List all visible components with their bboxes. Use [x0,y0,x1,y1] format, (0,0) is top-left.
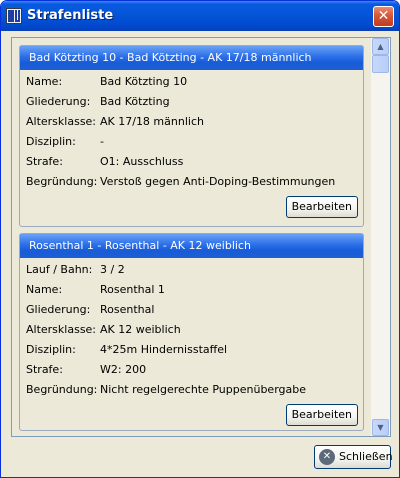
field-value: Bad Kötzting 10 [100,75,188,88]
field-label: Altersklasse: [26,323,97,336]
close-button-label: Schließen [339,450,393,463]
field-row: Name: Rosenthal 1 [26,280,363,300]
field-row: Strafe: O1: Ausschluss [26,152,363,172]
card-body: Lauf / Bahn: 3 / 2 Name: Rosenthal 1 Gli… [20,258,363,426]
field-label: Strafe: [26,363,63,376]
field-label: Altersklasse: [26,115,97,128]
field-value: O1: Ausschluss [100,155,184,168]
field-row: Gliederung: Rosenthal [26,300,363,320]
field-label: Begründung: [26,175,98,188]
field-value: Bad Kötzting [100,95,170,108]
field-label: Name: [26,283,63,296]
field-value: 3 / 2 [100,263,125,276]
field-row: Lauf / Bahn: 3 / 2 [26,260,363,280]
entries-list: Bad Kötzting 10 - Bad Kötzting - AK 17/1… [12,38,371,436]
field-value: 4*25m Hindernisstaffel [100,343,228,356]
field-row: Begründung: Verstoß gegen Anti-Doping-Be… [26,172,363,192]
app-logo-icon [6,8,22,24]
field-label: Gliederung: [26,303,91,316]
field-label: Begründung: [26,383,98,396]
field-value: Verstoß gegen Anti-Doping-Bestimmungen [100,175,336,188]
field-value: Rosenthal 1 [100,283,165,296]
entries-scroll-panel[interactable]: Bad Kötzting 10 - Bad Kötzting - AK 17/1… [11,37,391,437]
arrow-down-icon[interactable]: ▼ [372,419,389,436]
field-row: Disziplin: - [26,132,363,152]
field-row: Gliederung: Bad Kötzting [26,92,363,112]
penalty-card: Rosenthal 1 - Rosenthal - AK 12 weiblich… [19,233,364,431]
edit-button[interactable]: Bearbeiten [285,196,358,218]
field-value: Rosenthal [100,303,155,316]
field-value: AK 17/18 männlich [100,115,204,128]
scrollbar-thumb[interactable] [372,55,389,73]
field-row: Altersklasse: AK 12 weiblich [26,320,363,340]
field-row: Disziplin: 4*25m Hindernisstaffel [26,340,363,360]
field-label: Lauf / Bahn: [26,263,93,276]
edit-button[interactable]: Bearbeiten [285,404,358,426]
field-row: Strafe: W2: 200 [26,360,363,380]
field-label: Name: [26,75,63,88]
field-label: Gliederung: [26,95,91,108]
field-label: Strafe: [26,155,63,168]
field-value: Nicht regelgerechte Puppenübergabe [100,383,307,396]
arrow-up-icon[interactable]: ▲ [372,38,389,55]
field-value: AK 12 weiblich [100,323,181,336]
card-header: Rosenthal 1 - Rosenthal - AK 12 weiblich [20,234,363,258]
field-value: - [100,135,104,148]
penalty-card: Bad Kötzting 10 - Bad Kötzting - AK 17/1… [19,45,364,227]
card-header: Bad Kötzting 10 - Bad Kötzting - AK 17/1… [20,46,363,70]
window-close-icon[interactable]: ✕ [373,6,394,27]
field-row: Name: Bad Kötzting 10 [26,72,363,92]
field-value: W2: 200 [100,363,147,376]
strafenliste-window: Strafenliste ✕ Bad Kötzting 10 - Bad Köt… [0,0,400,478]
field-row: Begründung: Nicht regelgerechte Puppenüb… [26,380,363,400]
vertical-scrollbar[interactable]: ▲ ▼ [371,38,390,436]
card-body: Name: Bad Kötzting 10 Gliederung: Bad Kö… [20,70,363,218]
field-row: Altersklasse: AK 17/18 männlich [26,112,363,132]
window-title: Strafenliste [27,8,114,23]
field-label: Disziplin: [26,343,76,356]
field-label: Disziplin: [26,135,76,148]
close-button[interactable]: ✕ Schließen [314,445,393,469]
close-circle-icon: ✕ [319,449,335,465]
title-bar[interactable]: Strafenliste ✕ [1,1,399,31]
